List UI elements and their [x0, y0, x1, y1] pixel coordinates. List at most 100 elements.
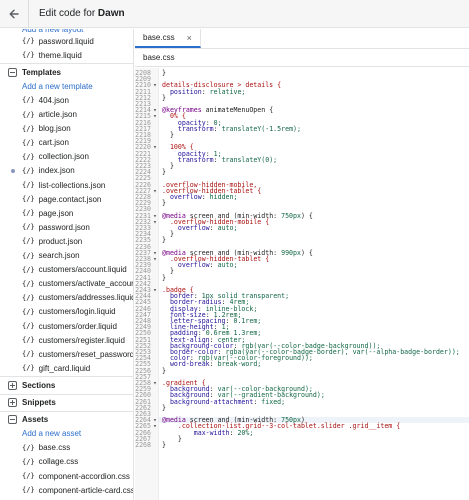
- file-item[interactable]: {/} customers/account.liquid: [0, 263, 133, 277]
- code-line: 2268}: [135, 442, 166, 449]
- file-item[interactable]: {/} product.json: [0, 234, 133, 248]
- file-code-icon: {/}: [22, 209, 35, 218]
- section-snippets[interactable]: Snippets: [0, 396, 133, 410]
- file-item[interactable]: {/} page.contact.json: [0, 192, 133, 206]
- file-item[interactable]: {/} customers/register.liquid: [0, 333, 133, 347]
- file-name: index.json: [38, 166, 75, 176]
- file-name: customers/addresses.liquid: [38, 293, 134, 303]
- file-item[interactable]: {/} base.css: [0, 441, 133, 455]
- section-templates[interactable]: Templates: [0, 65, 133, 79]
- file-name: collection.json: [38, 152, 89, 162]
- tab-base-css[interactable]: base.css ×: [135, 29, 201, 48]
- add-asset-link[interactable]: Add a new asset: [0, 427, 133, 441]
- section-assets[interactable]: Assets: [0, 413, 133, 427]
- divider: [0, 393, 133, 395]
- code-text: }: [162, 366, 166, 375]
- file-name: base.css: [38, 443, 71, 453]
- file-name: list-collections.json: [38, 180, 106, 190]
- file-item[interactable]: {/} theme.liquid: [0, 48, 133, 62]
- file-code-icon: {/}: [22, 152, 35, 161]
- file-code-icon: {/}: [22, 51, 35, 60]
- file-name: customers/register.liquid: [38, 335, 125, 345]
- file-item[interactable]: {/} component-accordion.css: [0, 469, 133, 483]
- code-text: word-break: break-word;: [169, 360, 262, 369]
- file-name: customers/order.liquid: [38, 321, 117, 331]
- file-item[interactable]: {/} list-collections.json: [0, 178, 133, 192]
- back-button[interactable]: [0, 0, 28, 28]
- file-name: customers/login.liquid: [38, 307, 116, 317]
- code-text: position: relative;: [169, 87, 246, 96]
- file-code-icon: {/}: [22, 124, 35, 133]
- theme-name: Dawn: [97, 8, 125, 19]
- arrow-left-icon: [9, 9, 19, 18]
- file-item[interactable]: {/} collage.css: [0, 455, 133, 469]
- file-item[interactable]: {/} cart.json: [0, 136, 133, 150]
- file-name: theme.liquid: [38, 50, 82, 60]
- divider: [28, 0, 29, 28]
- file-item[interactable]: {/} password.liquid: [0, 34, 133, 48]
- tab-label: base.css: [143, 33, 175, 42]
- file-item[interactable]: {/} gift_card.liquid: [0, 361, 133, 375]
- file-code-icon: {/}: [22, 37, 35, 45]
- file-item[interactable]: {/} customers/order.liquid: [0, 319, 133, 333]
- file-code-icon: {/}: [22, 457, 35, 466]
- file-code-icon: {/}: [22, 336, 35, 345]
- file-item[interactable]: {/} component-article-card.css: [0, 483, 133, 497]
- file-code-icon: {/}: [22, 110, 35, 119]
- file-item[interactable]: {/} customers/addresses.liquid: [0, 291, 134, 305]
- file-code-icon: {/}: [22, 350, 35, 359]
- folder-collapse-icon: [8, 415, 17, 425]
- file-code-icon: {/}: [22, 293, 35, 302]
- folder-collapse-icon: [8, 67, 17, 77]
- file-code-icon: {/}: [22, 364, 35, 373]
- file-item[interactable]: {/} blog.json: [0, 122, 133, 136]
- file-code-icon: {/}: [22, 195, 35, 204]
- section-label: Sections: [22, 380, 56, 390]
- code-text: background-attachment: fixed;: [169, 397, 286, 406]
- code-text: }: [162, 131, 174, 139]
- file-item[interactable]: {/} customers/login.liquid: [0, 305, 133, 319]
- folder-expand-icon: [8, 398, 17, 407]
- file-item[interactable]: {/} collection.json: [0, 150, 133, 164]
- file-name: article.json: [38, 110, 77, 119]
- add-template-link[interactable]: Add a new template: [0, 79, 133, 93]
- code-area[interactable]: 2208} 2209 2210 ▾ details-disclosure > detai…: [135, 68, 469, 500]
- file-name: product.json: [38, 236, 83, 246]
- file-code-icon: {/}: [22, 138, 35, 147]
- file-name: customers/reset_password.liquid: [38, 349, 134, 359]
- code-text: }: [162, 441, 166, 449]
- file-code-icon: {/}: [22, 307, 35, 316]
- file-name: customers/account.liquid: [38, 265, 127, 275]
- file-item[interactable]: {/} 404.json: [0, 93, 133, 107]
- file-code-icon: {/}: [22, 251, 35, 260]
- file-name-bar: base.css: [135, 49, 469, 67]
- file-code-icon: {/}: [22, 166, 35, 175]
- file-name: component-accordion.css: [38, 471, 130, 481]
- file-name: gift_card.liquid: [38, 363, 91, 373]
- file-name: page.json: [38, 208, 74, 218]
- file-item[interactable]: {/} search.json: [0, 249, 133, 263]
- file-code-icon: {/}: [22, 181, 35, 189]
- code-text: }: [162, 199, 166, 208]
- folder-expand-icon: [8, 380, 17, 390]
- file-item[interactable]: {/} page.json: [0, 206, 133, 220]
- file-code-icon: {/}: [22, 279, 35, 288]
- close-icon[interactable]: ×: [187, 33, 192, 43]
- code-text: transform: translateY(-1.5rem);: [177, 124, 301, 133]
- file-code-icon: {/}: [22, 443, 35, 452]
- file-item[interactable]: {/} index.json: [0, 164, 133, 178]
- file-name: cart.json: [38, 138, 69, 148]
- code-editor: base.css × base.css 2208} 2209 2210 ▾ detail…: [135, 29, 469, 500]
- file-item[interactable]: {/}customers/activate_account.liquid: [0, 277, 133, 291]
- file-name: page.contact.json: [38, 194, 102, 204]
- section-sections[interactable]: Sections: [0, 378, 133, 392]
- code-text: }: [162, 403, 166, 412]
- file-item[interactable]: {/}customers/reset_password.liquid: [0, 347, 134, 361]
- code-text: }: [162, 168, 166, 177]
- file-code-icon: {/}: [22, 486, 35, 495]
- divider: [0, 410, 133, 412]
- file-item[interactable]: {/} article.json: [0, 108, 133, 122]
- file-code-icon: {/}: [22, 322, 35, 330]
- file-item[interactable]: {/} password.json: [0, 220, 133, 234]
- file-name: password.liquid: [38, 36, 94, 46]
